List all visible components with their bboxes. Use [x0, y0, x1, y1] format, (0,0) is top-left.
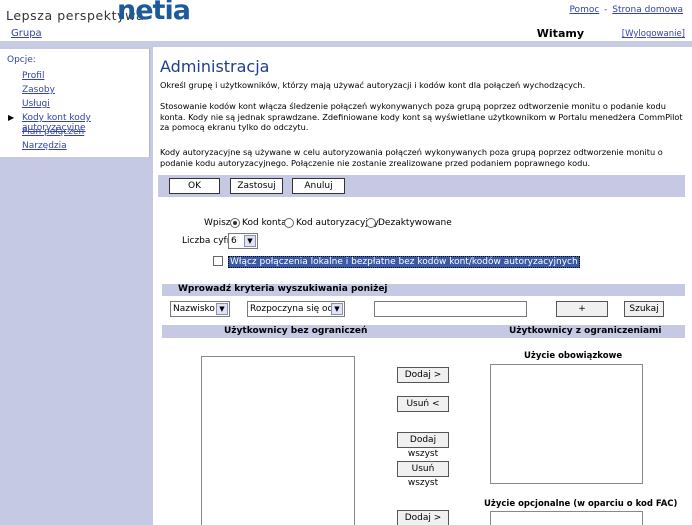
search-field-value: Nazwisko [173, 304, 215, 314]
remove-all-button[interactable]: Usuń wszyst [397, 461, 449, 488]
chevron-down-icon: ▼ [216, 303, 228, 315]
sidebar-item-profil[interactable]: Profil [22, 71, 44, 81]
sidebar: Opcje: Profil Zasoby Usługi ▶ Kody kont … [0, 47, 153, 525]
mandatory-use-title: Użycie obowiązkowe [524, 351, 623, 361]
search-criteria-header: Wprowadź kryteria wyszukiwania poniżej [162, 284, 685, 296]
description-intro: Określ grupę i użytkowników, którzy mają… [160, 80, 586, 90]
action-toolbar: OK Zastosuj Anuluj [158, 175, 685, 197]
cancel-button[interactable]: Anuluj [292, 178, 345, 194]
link-separator: - [604, 5, 608, 15]
page-title: Administracja [160, 57, 270, 76]
code-settings: Wpisz: Kod konta Kod autoryzacyjny Dezak… [158, 212, 685, 272]
radio-disabled-label: Dezaktywowane [378, 218, 452, 228]
ok-button[interactable]: OK [169, 178, 220, 194]
sidebar-panel: Opcje: Profil Zasoby Usługi ▶ Kody kont … [0, 49, 150, 525]
optional-use-title: Użycie opcjonalne (w oparciu o kod FAC) [484, 499, 678, 509]
help-link[interactable]: Pomoc [569, 5, 599, 15]
chevron-down-icon: ▼ [244, 235, 256, 247]
search-button[interactable]: Szukaj [624, 301, 664, 317]
sidebar-item-narzedzia[interactable]: Narzędzia [22, 141, 67, 151]
sidebar-item-uslugi[interactable]: Usługi [22, 99, 50, 109]
search-text-input[interactable] [374, 301, 527, 317]
restricted-users-header: Użytkownicy z ograniczeniami [509, 326, 662, 336]
radio-disabled[interactable] [366, 218, 376, 228]
digits-label: Liczba cyfr: [182, 236, 234, 246]
apply-button[interactable]: Zastosuj [230, 178, 283, 194]
sidebar-filler [0, 157, 150, 525]
unrestricted-users-list[interactable] [201, 356, 355, 525]
group-link[interactable]: Grupa [11, 28, 42, 39]
top-links: Pomoc - Strona domowa [569, 5, 683, 15]
add-optional-button[interactable]: Dodaj > [397, 510, 449, 525]
description-account-codes: Stosowanie kodów kont włącza śledzenie p… [160, 101, 683, 132]
sidebar-item-plan-polaczen[interactable]: Plan połączeń [22, 127, 84, 137]
plus-button[interactable]: + [556, 301, 608, 317]
main-content: Administracja Określ grupę i użytkownikó… [158, 47, 692, 525]
welcome-text: Witamy [536, 27, 584, 40]
add-all-button[interactable]: Dodaj wszyst [397, 432, 449, 459]
local-calls-checkbox[interactable] [213, 256, 223, 266]
header: Lepsza perspektywa netia Pomoc - Strona … [0, 0, 692, 50]
digits-select[interactable]: 6 ▼ [228, 233, 258, 249]
digits-value: 6 [231, 236, 237, 246]
add-button[interactable]: Dodaj > [397, 367, 449, 383]
search-field-select[interactable]: Nazwisko ▼ [170, 301, 230, 317]
search-criteria-title: Wprowadź kryteria wyszukiwania poniżej [178, 284, 388, 294]
unrestricted-users-header: Użytkownicy bez ograniczeń [224, 326, 368, 336]
radio-account-code[interactable] [230, 218, 240, 228]
chevron-down-icon: ▼ [331, 303, 343, 315]
home-link[interactable]: Strona domowa [612, 5, 683, 15]
description-auth-codes: Kody autoryzacyjne są używane w celu aut… [160, 147, 663, 168]
active-item-arrow-icon: ▶ [8, 113, 15, 122]
lists-header: Użytkownicy bez ograniczeń Użytkownicy z… [162, 325, 685, 338]
optional-users-list[interactable] [490, 511, 643, 525]
search-mode-select[interactable]: Rozpoczyna się od ▼ [247, 301, 345, 317]
search-mode-value: Rozpoczyna się od [250, 304, 334, 314]
mandatory-users-list[interactable] [490, 364, 643, 484]
options-label: Opcje: [7, 55, 36, 65]
logout-link[interactable]: [Wylogowanie] [622, 29, 685, 39]
radio-account-code-label: Kod konta [242, 218, 287, 228]
local-calls-checkbox-label[interactable]: Włącz połączenia lokalne i bezpłatne bez… [228, 256, 580, 268]
netia-logo: netia [117, 0, 191, 26]
radio-auth-code[interactable] [284, 218, 294, 228]
search-row: Nazwisko ▼ Rozpoczyna się od ▼ + Szukaj [158, 296, 685, 322]
remove-button[interactable]: Usuń < [397, 396, 449, 412]
sidebar-item-zasoby[interactable]: Zasoby [22, 85, 55, 95]
